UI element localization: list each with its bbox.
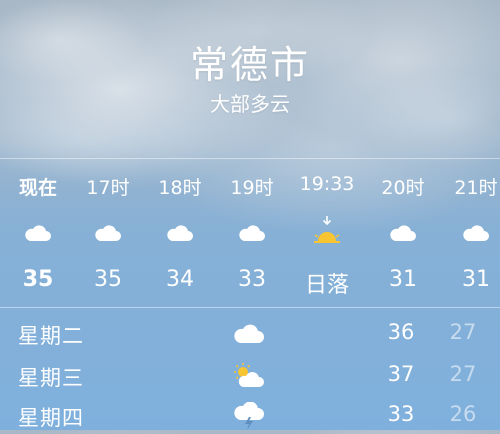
- day-name: 星期四: [18, 406, 84, 430]
- hour-label: 20时: [381, 177, 425, 199]
- hour-temperature: 35: [22, 267, 54, 292]
- daily-row: 星期三 37 27: [0, 356, 500, 394]
- hour-temperature: 31: [389, 267, 417, 292]
- hour-temperature: 35: [94, 267, 122, 292]
- daily-row: 星期四 33 26: [0, 396, 500, 434]
- day-name: 星期二: [18, 324, 84, 348]
- hour-label: 18时: [158, 177, 202, 199]
- cloud-icon: [388, 221, 418, 245]
- hourly-item: 20时 31: [367, 159, 439, 307]
- cloud-icon: [237, 221, 267, 245]
- cloud-icon: [23, 221, 53, 245]
- city-name: 常德市: [189, 43, 310, 87]
- cloud-icon: [232, 320, 266, 348]
- hour-label: 19:33: [299, 173, 355, 195]
- hourly-item: 19时 33: [216, 159, 288, 307]
- current-condition: 大部多云: [210, 92, 290, 116]
- hour-label: 21时: [454, 177, 498, 199]
- daily-row: 星期二 36 27: [0, 314, 500, 352]
- hour-label: 19时: [230, 177, 274, 199]
- partly-sunny-icon: [232, 362, 266, 390]
- high-temperature: 33: [387, 402, 415, 426]
- sunset-label: 日落: [304, 273, 349, 298]
- low-temperature: 27: [449, 362, 477, 386]
- hour-temperature: 33: [238, 267, 266, 292]
- hourly-item-now: 现在 35: [2, 159, 74, 307]
- cloud-icon: [165, 221, 195, 245]
- low-temperature: 27: [449, 320, 477, 344]
- high-temperature: 37: [387, 362, 415, 386]
- hour-label: 17时: [86, 177, 130, 199]
- sunset-icon: [312, 215, 342, 247]
- cloud-icon: [461, 221, 491, 245]
- hour-label: 现在: [18, 177, 57, 199]
- hourly-item: 18时 34: [144, 159, 216, 307]
- hourly-forecast[interactable]: 现在 35 17时 35 18时 34 19时 33 19:33 日落 20时 …: [0, 158, 500, 308]
- high-temperature: 36: [387, 320, 415, 344]
- hourly-item: 21时 31: [440, 159, 500, 307]
- hour-temperature: 34: [166, 267, 194, 292]
- hourly-item: 17时 35: [72, 159, 144, 307]
- thunderstorm-icon: [232, 402, 266, 430]
- hourly-item-sunset: 19:33 日落: [291, 159, 363, 307]
- cloud-icon: [93, 221, 123, 245]
- low-temperature: 26: [449, 402, 477, 426]
- hour-temperature: 31: [462, 267, 490, 292]
- day-name: 星期三: [18, 366, 84, 390]
